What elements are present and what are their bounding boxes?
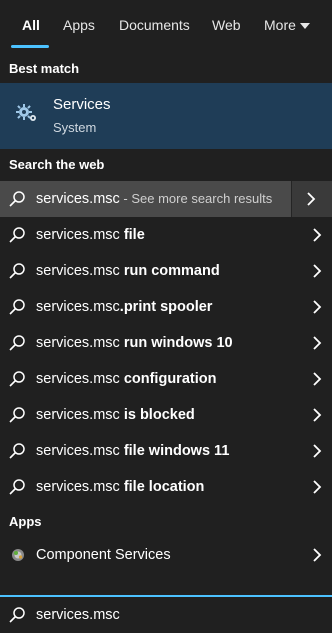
section-best-match: Best match [9, 61, 80, 76]
component-services-icon [12, 549, 24, 561]
web-result-suffix: - See more search results [119, 191, 273, 206]
web-result-text: services.msc [36, 479, 124, 495]
tab-web[interactable]: Web [212, 0, 241, 50]
app-result-row[interactable]: Component Services [0, 537, 332, 573]
search-input[interactable]: services.msc [36, 597, 120, 633]
search-icon [9, 191, 25, 207]
web-result-label: services.msc - See more search results [36, 181, 272, 217]
app-result-label: Component Services [36, 547, 171, 563]
web-result-text: services.msc [36, 263, 124, 279]
tab-documents[interactable]: Documents [119, 0, 190, 50]
web-result-row[interactable]: services.msc.print spooler [0, 289, 332, 325]
web-result-bold: file location [123, 479, 205, 495]
web-result-label: services.msc file location [36, 469, 204, 505]
web-result-label: services.msc configuration [36, 361, 216, 397]
web-result-label: services.msc file windows 11 [36, 433, 229, 469]
web-result-row[interactable]: services.msc file location [0, 469, 332, 505]
search-icon [9, 335, 25, 351]
active-tab-indicator [11, 45, 49, 48]
web-result-row[interactable]: services.msc file [0, 217, 332, 253]
best-match-title: Services [53, 96, 111, 113]
web-result-bold: is blocked [123, 407, 195, 423]
web-result-bold: run command [123, 263, 220, 279]
open-result-button[interactable] [291, 181, 332, 217]
chevron-right-icon[interactable] [312, 228, 322, 242]
web-result-text: services.msc [36, 335, 124, 351]
section-apps: Apps [9, 514, 42, 529]
chevron-right-icon[interactable] [312, 444, 322, 458]
search-icon [9, 407, 25, 423]
web-result-bold: configuration [123, 371, 217, 387]
best-match-subtitle: System [53, 120, 97, 135]
chevron-right-icon [307, 192, 316, 206]
tab-apps[interactable]: Apps [63, 0, 95, 50]
caret-down-icon [299, 23, 310, 30]
web-result-label: services.msc.print spooler [36, 289, 212, 325]
web-result-row[interactable]: services.msc configuration [0, 361, 332, 397]
gear-icon [16, 104, 36, 121]
web-result-bold: file [123, 227, 145, 243]
search-icon [9, 371, 25, 387]
tab-more[interactable]: More [264, 0, 310, 50]
web-result-label: services.msc run command [36, 253, 220, 289]
web-result-row[interactable]: services.msc run command [0, 253, 332, 289]
section-search-web: Search the web [9, 157, 105, 172]
web-result-row[interactable]: services.msc - See more search results [0, 181, 332, 217]
web-result-row[interactable]: services.msc file windows 11 [0, 433, 332, 469]
search-icon [9, 443, 25, 459]
web-result-label: services.msc file [36, 217, 145, 253]
chevron-right-icon[interactable] [312, 372, 322, 386]
web-result-row[interactable]: services.msc run windows 10 [0, 325, 332, 361]
search-icon [9, 299, 25, 315]
web-result-text: services.msc [36, 443, 124, 459]
chevron-right-icon[interactable] [312, 300, 322, 314]
search-icon [9, 607, 25, 623]
chevron-right-icon[interactable] [312, 480, 322, 494]
tab-all[interactable]: All [22, 0, 40, 50]
web-result-text: services.msc [36, 407, 124, 423]
web-result-text: services.msc [36, 227, 124, 243]
web-result-label: services.msc run windows 10 [36, 325, 233, 361]
web-result-label: services.msc is blocked [36, 397, 195, 433]
best-match-result[interactable]: Services System [0, 83, 332, 149]
search-icon [9, 263, 25, 279]
chevron-right-icon[interactable] [312, 336, 322, 350]
chevron-right-icon[interactable] [312, 408, 322, 422]
web-result-bold: run windows 10 [123, 335, 233, 351]
web-result-text: services.msc [36, 299, 120, 315]
chevron-right-icon[interactable] [312, 548, 322, 562]
search-icon [9, 479, 25, 495]
tab-more-label: More [264, 17, 296, 33]
web-result-bold: .print spooler [119, 299, 213, 315]
web-result-text: services.msc [36, 191, 120, 207]
search-box[interactable]: services.msc [0, 595, 332, 633]
search-icon [9, 227, 25, 243]
web-result-text: services.msc [36, 371, 124, 387]
chevron-right-icon[interactable] [312, 264, 322, 278]
web-result-bold: file windows 11 [123, 443, 230, 459]
web-result-row[interactable]: services.msc is blocked [0, 397, 332, 433]
filter-tabs: All Apps Documents Web More [0, 0, 332, 52]
